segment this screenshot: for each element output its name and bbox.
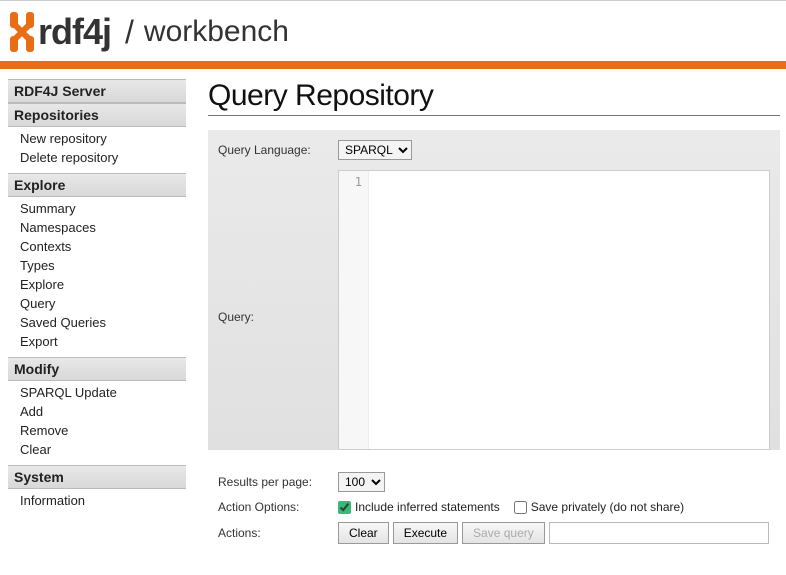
sidebar-item[interactable]: Namespaces bbox=[8, 218, 186, 237]
logo-icon bbox=[8, 12, 36, 52]
sidebar-item[interactable]: Contexts bbox=[8, 237, 186, 256]
sidebar-item[interactable]: Export bbox=[8, 332, 186, 351]
suffix-text: workbench bbox=[144, 15, 289, 49]
line-gutter: 1 bbox=[339, 171, 369, 449]
sidebar-item[interactable]: Remove bbox=[8, 421, 186, 440]
sidebar-item[interactable]: Summary bbox=[8, 199, 186, 218]
sidebar-item[interactable]: New repository bbox=[8, 129, 186, 148]
sidebar-item[interactable]: Types bbox=[8, 256, 186, 275]
sidebar-item[interactable]: Query bbox=[8, 294, 186, 313]
sidebar-section-items: SPARQL UpdateAddRemoveClear bbox=[8, 381, 186, 465]
sidebar-section-items: SummaryNamespacesContextsTypesExploreQue… bbox=[8, 197, 186, 357]
save-privately-label[interactable]: Save privately (do not share) bbox=[531, 500, 684, 514]
sidebar-item[interactable]: SPARQL Update bbox=[8, 383, 186, 402]
include-inferred-label[interactable]: Include inferred statements bbox=[355, 500, 500, 514]
form-bottom: Results per page: 100 Action Options: In… bbox=[208, 460, 780, 544]
save-query-button[interactable]: Save query bbox=[462, 522, 545, 544]
results-per-page-label: Results per page: bbox=[218, 475, 338, 489]
sidebar-item[interactable]: Information bbox=[8, 491, 186, 510]
sidebar-section-header: RDF4J Server bbox=[8, 79, 186, 103]
sidebar-section-header: Repositories bbox=[8, 103, 186, 127]
sidebar-section-items: Information bbox=[8, 489, 186, 516]
sidebar-item[interactable]: Delete repository bbox=[8, 148, 186, 167]
sidebar-item[interactable]: Add bbox=[8, 402, 186, 421]
logo: rdf4j bbox=[8, 11, 111, 53]
clear-button[interactable]: Clear bbox=[338, 522, 389, 544]
sidebar-item[interactable]: Explore bbox=[8, 275, 186, 294]
sidebar-section-items: New repositoryDelete repository bbox=[8, 127, 186, 173]
query-name-input[interactable] bbox=[549, 522, 769, 544]
sidebar-item[interactable]: Clear bbox=[8, 440, 186, 459]
main: Query Repository Query Language: SPARQL … bbox=[190, 79, 786, 562]
query-language-select[interactable]: SPARQL bbox=[338, 140, 412, 160]
action-options-label: Action Options: bbox=[218, 500, 338, 514]
accent-bar bbox=[0, 61, 786, 69]
actions-label: Actions: bbox=[218, 526, 338, 540]
page-title: Query Repository bbox=[208, 79, 780, 116]
sidebar-item[interactable]: Saved Queries bbox=[8, 313, 186, 332]
results-per-page-select[interactable]: 100 bbox=[338, 472, 385, 492]
sidebar-section-header: Modify bbox=[8, 357, 186, 381]
query-textarea[interactable] bbox=[369, 171, 769, 449]
query-language-label: Query Language: bbox=[218, 140, 338, 157]
slash: / bbox=[125, 14, 134, 51]
query-form: Query Language: SPARQL Query: 1 bbox=[208, 130, 780, 450]
query-label: Query: bbox=[218, 170, 338, 324]
include-inferred-checkbox[interactable] bbox=[338, 501, 351, 514]
sidebar: RDF4J ServerRepositoriesNew repositoryDe… bbox=[0, 79, 190, 562]
execute-button[interactable]: Execute bbox=[393, 522, 458, 544]
sidebar-section-header: System bbox=[8, 465, 186, 489]
sidebar-section-header: Explore bbox=[8, 173, 186, 197]
query-editor: 1 bbox=[338, 170, 770, 450]
header: rdf4j / workbench bbox=[0, 0, 786, 61]
save-privately-checkbox[interactable] bbox=[514, 501, 527, 514]
brand-text: rdf4j bbox=[38, 11, 111, 53]
